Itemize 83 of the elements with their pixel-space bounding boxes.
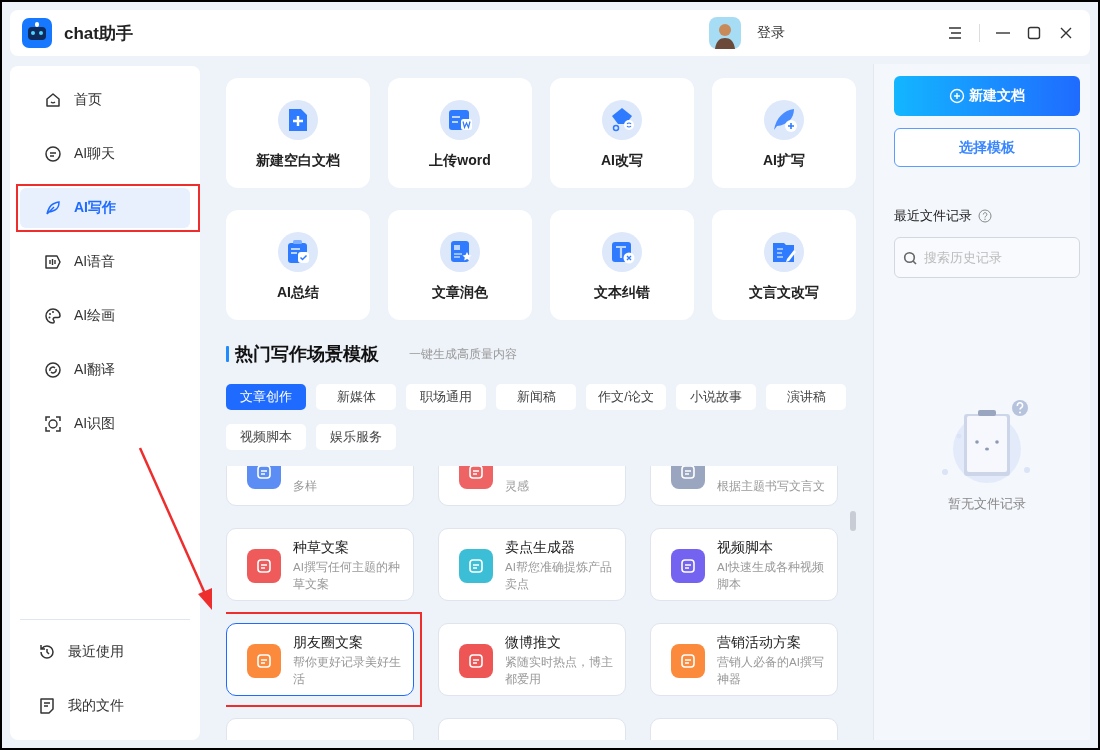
- document-icon: [38, 697, 56, 715]
- section-title: 热门写作场景模板: [235, 343, 379, 366]
- category-tab[interactable]: 新闻稿: [496, 384, 576, 410]
- heading-marker: [226, 346, 229, 362]
- template-card[interactable]: 卖点生成器 AI帮您准确提炼产品卖点: [438, 528, 626, 601]
- category-tab[interactable]: 娱乐服务: [316, 424, 396, 450]
- document-icon: [255, 557, 273, 575]
- tool-card[interactable]: 文章润色: [388, 210, 532, 320]
- chat-icon: [44, 145, 62, 163]
- template-card[interactable]: 视频脚本 AI快速生成各种视频脚本: [650, 528, 838, 601]
- help-icon: [978, 209, 992, 223]
- minimize-icon: [996, 32, 1010, 34]
- template-title: 种草文案: [293, 539, 350, 557]
- document-icon: [467, 557, 485, 575]
- template-title: 微博推文: [505, 634, 562, 652]
- template-description: 营销人必备的AI撰写神器: [717, 655, 825, 687]
- document-icon: [679, 557, 697, 575]
- document-icon: [679, 466, 697, 481]
- home-icon: [44, 91, 62, 109]
- template-card[interactable]: 微博推文 紧随实时热点，博主都爱用: [438, 623, 626, 696]
- template-description: AI撰写任何主题的种草文案: [293, 560, 401, 592]
- close-icon: [1058, 25, 1074, 41]
- section-subtitle: 一键生成高质量内容: [409, 345, 517, 363]
- tool-card[interactable]: 新建空白文档: [226, 78, 370, 188]
- category-tab[interactable]: 文章创作: [226, 384, 306, 410]
- nav-item[interactable]: AI翻译: [20, 350, 190, 390]
- template-description: AI帮您准确提炼产品卖点: [505, 560, 613, 592]
- tool-card[interactable]: 上传word: [388, 78, 532, 188]
- document-icon: [255, 652, 273, 670]
- category-tab[interactable]: 演讲稿: [766, 384, 846, 410]
- nav-item[interactable]: AI语音: [20, 242, 190, 282]
- tool-card[interactable]: AI总结: [226, 210, 370, 320]
- nav-item[interactable]: 我的文件: [20, 686, 190, 726]
- nav-item[interactable]: AI写作: [20, 188, 190, 228]
- template-title: 朋友圈文案: [293, 634, 364, 652]
- search-field[interactable]: 搜索历史记录: [894, 237, 1080, 278]
- template-title: 营销活动方案: [717, 634, 802, 652]
- scan-face-icon: [44, 415, 62, 433]
- document-icon: [467, 652, 485, 670]
- nav-item[interactable]: AI识图: [20, 404, 190, 444]
- template-title: 卖点生成器: [505, 539, 576, 557]
- palette-icon: [44, 307, 62, 325]
- tool-card[interactable]: AI改写: [550, 78, 694, 188]
- template-description: 帮你更好记录美好生活: [293, 655, 402, 687]
- document-icon: [255, 466, 273, 481]
- menu-icon: [947, 25, 963, 41]
- category-tab[interactable]: 小说故事: [676, 384, 756, 410]
- category-tab[interactable]: 视频脚本: [226, 424, 306, 450]
- nav-item[interactable]: 最近使用: [20, 632, 190, 672]
- template-description: 根据主题书写文言文: [717, 479, 825, 494]
- template-description: AI快速生成各种视频脚本: [717, 560, 825, 592]
- login-link[interactable]: 登录: [757, 24, 785, 42]
- history-icon: [38, 643, 56, 661]
- nav-item[interactable]: AI聊天: [20, 134, 190, 174]
- voice-icon: [44, 253, 62, 271]
- document-icon: [679, 652, 697, 670]
- template-card[interactable]: 营销活动方案 营销人必备的AI撰写神器: [650, 623, 838, 696]
- tool-card[interactable]: 文本纠错: [550, 210, 694, 320]
- plus-circle-icon: [949, 88, 965, 104]
- empty-state-text: 暂无文件记录: [948, 495, 1026, 513]
- robot-logo-icon: [22, 18, 52, 48]
- template-card[interactable]: 朋友圈文案 帮你更好记录美好生活: [226, 623, 414, 696]
- tool-card[interactable]: AI扩写: [712, 78, 856, 188]
- recent-files-title: 最近文件记录: [894, 207, 972, 225]
- scrollbar-thumb[interactable]: [850, 511, 856, 531]
- category-tab[interactable]: 职场通用: [406, 384, 486, 410]
- template-title: 视频脚本: [717, 539, 774, 557]
- app-title: chat助手: [64, 22, 133, 45]
- avatar-icon: [709, 17, 741, 49]
- maximize-icon: [1026, 25, 1042, 41]
- search-icon: [903, 251, 917, 265]
- category-tab[interactable]: 作文/论文: [586, 384, 666, 410]
- tool-card[interactable]: 文言文改写: [712, 210, 856, 320]
- template-description: 灵感: [505, 479, 529, 494]
- nav-item[interactable]: AI绘画: [20, 296, 190, 336]
- template-card[interactable]: 种草文案 AI撰写任何主题的种草文案: [226, 528, 414, 601]
- feather-icon: [44, 199, 62, 217]
- document-icon: [467, 466, 485, 481]
- template-description: 紧随实时热点，博主都爱用: [505, 655, 614, 687]
- nav-item[interactable]: 首页: [20, 80, 190, 120]
- template-description: 多样: [293, 479, 317, 494]
- refresh-icon: [44, 361, 62, 379]
- category-tab[interactable]: 新媒体: [316, 384, 396, 410]
